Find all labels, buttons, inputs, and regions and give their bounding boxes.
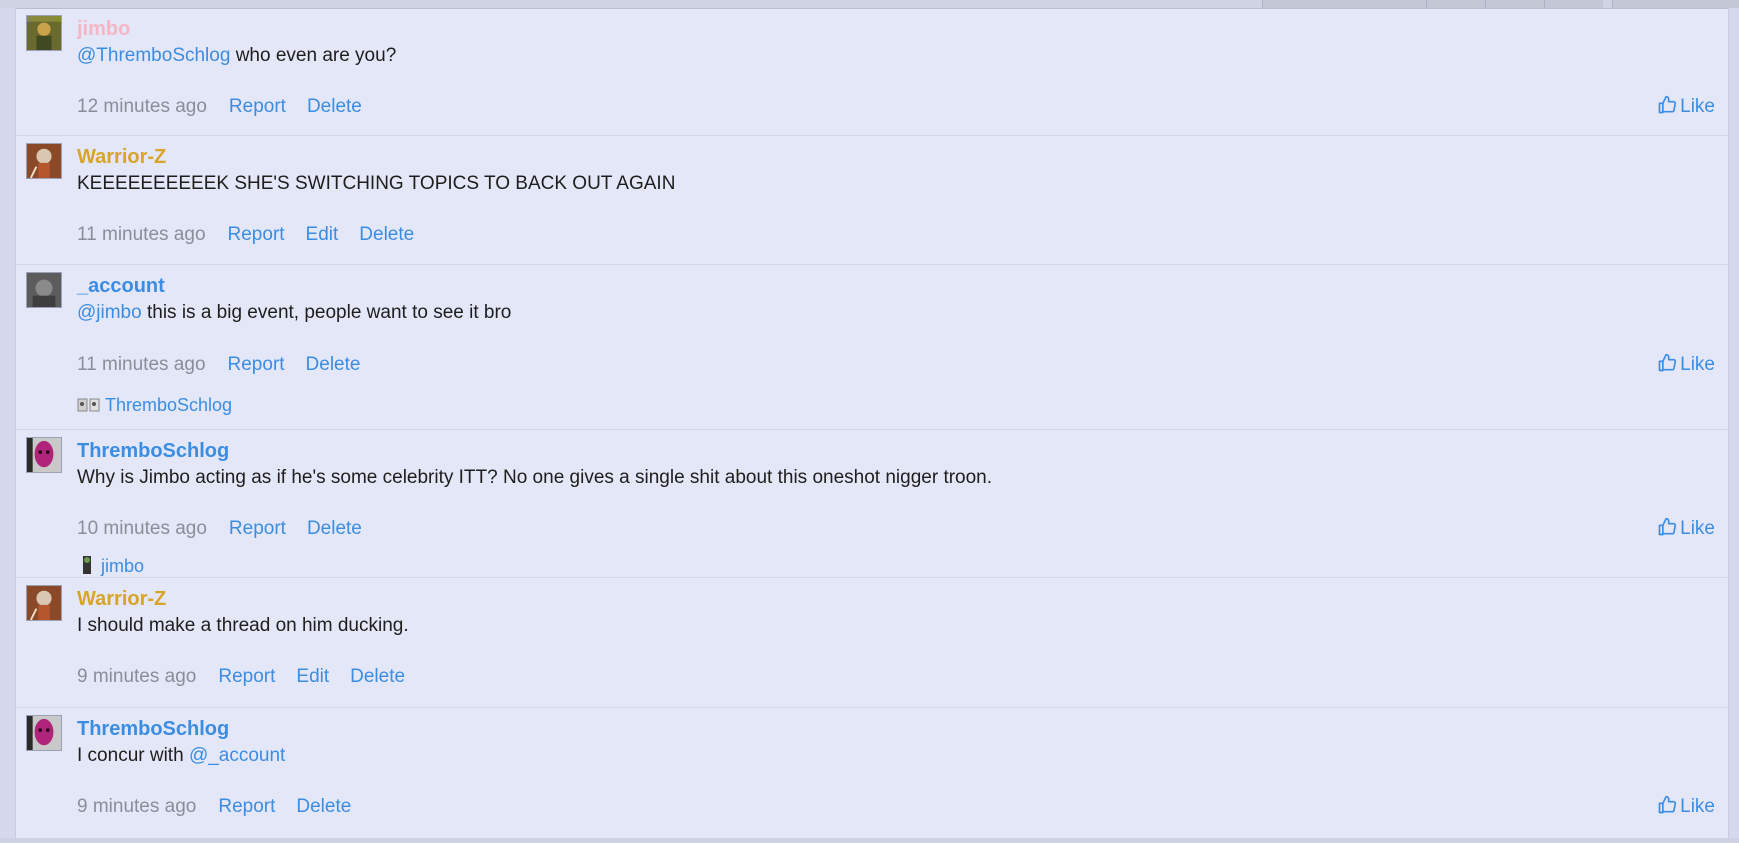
avatar[interactable] [26, 272, 62, 308]
author-name[interactable]: Warrior-Z [77, 145, 166, 169]
like-label: Like [1680, 96, 1715, 117]
comment: ThremboSchlog I concur with @_account 9 … [16, 708, 1728, 828]
top-bar-segment [1426, 0, 1485, 8]
report-link[interactable]: Report [218, 666, 275, 687]
comment-body: KEEEEEEEEEEK SHE'S SWITCHING TOPICS TO B… [77, 172, 675, 196]
author-name[interactable]: ThremboSchlog [77, 439, 229, 463]
like-label: Like [1680, 518, 1715, 539]
delete-link[interactable]: Delete [307, 518, 362, 539]
left-rail [0, 8, 16, 843]
liked-by: jimbo [77, 555, 144, 580]
delete-link[interactable]: Delete [350, 666, 405, 687]
report-link[interactable]: Report [229, 96, 286, 117]
comment-text: I should make a thread on him ducking. [77, 615, 409, 636]
report-link[interactable]: Report [228, 224, 285, 245]
timestamp[interactable]: 9 minutes ago [77, 666, 196, 687]
liker-name[interactable]: ThremboSchlog [105, 395, 232, 415]
like-button[interactable]: Like [1657, 353, 1715, 377]
avatar[interactable] [26, 143, 62, 179]
comment-text: KEEEEEEEEEEK SHE'S SWITCHING TOPICS TO B… [77, 173, 676, 194]
timestamp[interactable]: 12 minutes ago [77, 96, 207, 117]
mention-link[interactable]: @jimbo [77, 302, 142, 323]
author-name[interactable]: ThremboSchlog [77, 717, 229, 741]
thumbs-up-icon [1658, 517, 1677, 536]
delete-link[interactable]: Delete [307, 96, 362, 117]
like-button[interactable]: Like [1657, 95, 1715, 119]
like-label: Like [1680, 796, 1715, 817]
mention-link[interactable]: @_account [189, 745, 285, 766]
mention-link[interactable]: @ThremboSchlog [77, 45, 230, 66]
timestamp[interactable]: 11 minutes ago [77, 354, 206, 375]
avatar[interactable] [26, 585, 62, 621]
comment-text: this is a big event, people want to see … [141, 302, 512, 323]
delete-link[interactable]: Delete [296, 796, 351, 817]
liker-name[interactable]: jimbo [101, 556, 144, 576]
avatar[interactable] [26, 715, 62, 751]
comment-meta: 11 minutes ago Report Edit Delete [77, 223, 435, 247]
timestamp[interactable]: 11 minutes ago [77, 224, 206, 245]
edit-link[interactable]: Edit [306, 224, 339, 245]
comment-text: I concur with [77, 745, 189, 766]
liked-by: ThremboSchlog [77, 394, 232, 419]
comment-text: Why is Jimbo acting as if he's some cele… [77, 467, 993, 488]
author-name[interactable]: _account [77, 274, 165, 298]
author-name[interactable]: jimbo [77, 17, 130, 41]
timestamp[interactable]: 9 minutes ago [77, 796, 196, 817]
comment-body: I concur with @_account [77, 744, 285, 768]
report-link[interactable]: Report [228, 354, 285, 375]
avatar[interactable] [26, 437, 62, 473]
comment: ThremboSchlog Why is Jimbo acting as if … [16, 430, 1728, 578]
comment-meta: 12 minutes ago Report Delete [77, 95, 383, 119]
edit-link[interactable]: Edit [296, 666, 329, 687]
thumbs-up-icon [1658, 795, 1677, 814]
liker-avatar [77, 396, 101, 419]
top-bar-segment [1485, 0, 1544, 8]
comment: Warrior-Z I should make a thread on him … [16, 578, 1728, 708]
top-bar-segment [1262, 0, 1426, 8]
report-link[interactable]: Report [218, 796, 275, 817]
thumbs-up-icon [1658, 95, 1677, 114]
comment-meta: 10 minutes ago Report Delete [77, 517, 383, 541]
delete-link[interactable]: Delete [359, 224, 414, 245]
bottom-bar [0, 838, 1739, 843]
like-button[interactable]: Like [1657, 795, 1715, 819]
comment: _account @jimbo this is a big event, peo… [16, 265, 1728, 430]
comment: jimbo @ThremboSchlog who even are you? 1… [16, 8, 1728, 136]
scrollbar[interactable] [1728, 8, 1739, 843]
report-link[interactable]: Report [229, 518, 286, 539]
author-name[interactable]: Warrior-Z [77, 587, 166, 611]
top-bar-segment [1544, 0, 1603, 8]
comment-body: @jimbo this is a big event, people want … [77, 301, 511, 325]
comment-body: Why is Jimbo acting as if he's some cele… [77, 466, 992, 490]
comment-thread: jimbo @ThremboSchlog who even are you? 1… [16, 8, 1728, 828]
comment-body: @ThremboSchlog who even are you? [77, 44, 396, 68]
like-label: Like [1680, 354, 1715, 375]
comment-body: I should make a thread on him ducking. [77, 614, 409, 638]
timestamp[interactable]: 10 minutes ago [77, 518, 207, 539]
comment-meta: 11 minutes ago Report Delete [77, 353, 381, 377]
top-bar-segment [1612, 0, 1739, 8]
avatar[interactable] [26, 15, 62, 51]
thumbs-up-icon [1658, 353, 1677, 372]
like-button[interactable]: Like [1657, 517, 1715, 541]
liker-avatar [77, 555, 97, 580]
comment-meta: 9 minutes ago Report Delete [77, 795, 372, 819]
delete-link[interactable]: Delete [306, 354, 361, 375]
comment-meta: 9 minutes ago Report Edit Delete [77, 665, 426, 689]
comment-text: who even are you? [230, 45, 397, 66]
comment: Warrior-Z KEEEEEEEEEEK SHE'S SWITCHING T… [16, 136, 1728, 265]
